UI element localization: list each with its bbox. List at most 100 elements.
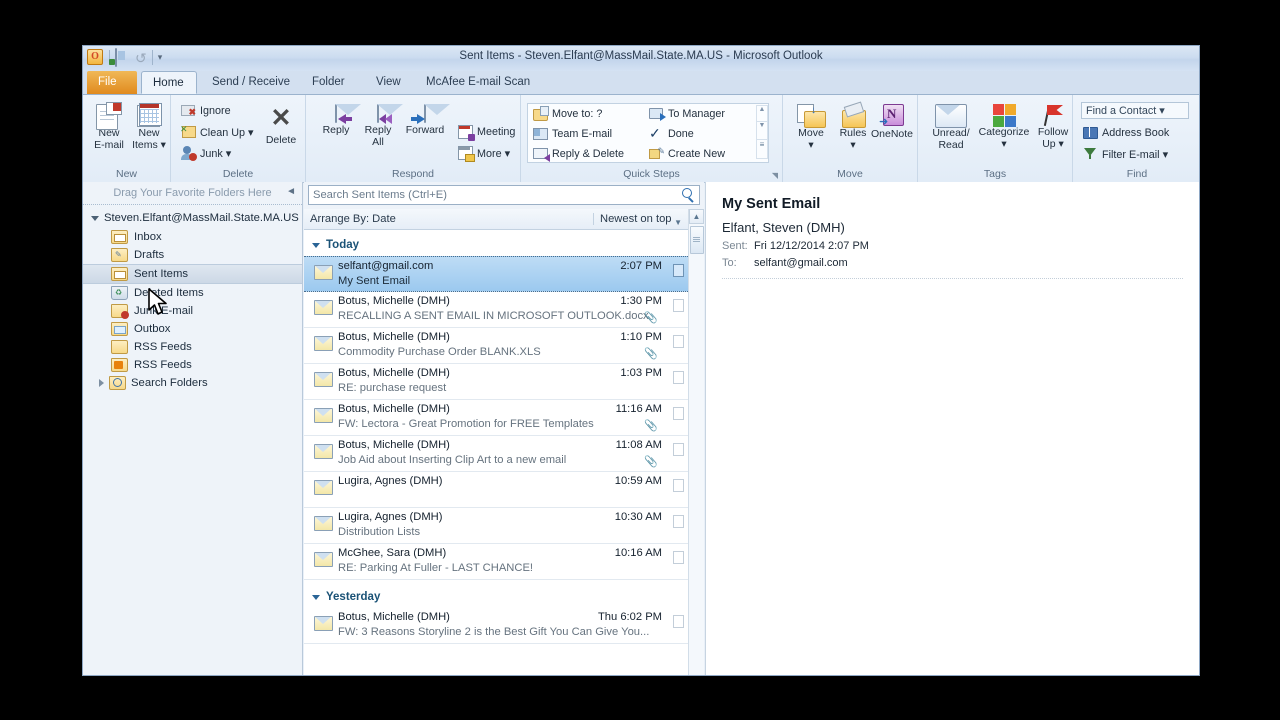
envelope-icon [314,480,333,495]
unread-read-label-1: Unread/ [932,127,970,139]
ribbon: New E-mail New Items ▾ New ✖ Ignore ✕ Cl… [83,95,1199,183]
sort-caret-icon[interactable]: ▼ [674,218,682,227]
move-caret: ▾ [808,138,814,151]
tab-send-receive[interactable]: Send / Receive [201,71,301,94]
scrollbar-thumb[interactable] [690,226,704,254]
message-subject: Job Aid about Inserting Clip Art to a ne… [338,454,567,466]
sidebar-item-junk-email[interactable]: Junk E-mail [83,302,302,320]
group-collapse-icon[interactable] [312,595,320,600]
message-list-scrollbar[interactable]: ▲ [688,209,704,675]
sidebar-item-search-folders[interactable]: Search Folders [83,374,302,392]
sidebar-item-rss-feeds-1[interactable]: RSS Feeds [83,338,302,356]
ignore-button[interactable]: ✖ Ignore [181,104,231,118]
scroll-up-arrow-icon[interactable]: ▲ [689,209,704,224]
table-row[interactable]: Botus, Michelle (DMH) 1:30 PM RECALLING … [304,292,704,328]
onenote-button[interactable]: N ➜ OneNote [869,104,915,141]
ribbon-group-tags: Unread/ Read Categorize ▾ Follow Up ▾ Ta… [918,95,1073,182]
move-icon: ↓ [789,104,833,128]
envelope-icon [314,265,333,280]
group-label-quick-steps: Quick Steps [623,168,680,180]
message-subject: RECALLING A SENT EMAIL IN MICROSOFT OUTL… [338,310,649,322]
category-box-icon[interactable] [673,615,685,628]
unread-read-button[interactable]: Unread/ Read [925,104,977,151]
follow-up-button[interactable]: Follow Up ▾ [1031,104,1075,150]
group-header-yesterday[interactable]: Yesterday [304,580,704,608]
address-book-button[interactable]: Address Book [1083,126,1169,140]
category-box-icon[interactable] [673,299,685,312]
category-box-icon[interactable] [673,443,685,456]
find-a-contact-input[interactable]: Find a Contact ▾ [1081,102,1189,119]
quick-steps-dialog-launcher[interactable]: ◥ [772,171,778,180]
search-input[interactable]: Search Sent Items (Ctrl+E) [308,185,700,205]
categorize-button[interactable]: Categorize ▾ [975,104,1033,150]
sidebar-item-outbox[interactable]: Outbox [83,320,302,338]
more-button[interactable]: More ▾ [458,146,511,162]
expand-triangle-right-icon[interactable] [99,379,104,387]
arrange-by-selector[interactable]: Arrange By: Date [304,213,594,225]
quick-step-create-new[interactable]: ✎ Create New [649,146,725,161]
new-email-button[interactable]: New E-mail [87,102,131,151]
reply-all-button[interactable]: Reply All [356,104,400,148]
category-box-icon[interactable] [673,515,685,528]
new-items-button[interactable]: New Items ▾ [127,102,171,151]
sidebar-item-drafts[interactable]: ✎ Drafts [83,246,302,264]
message-time: 11:08 AM [615,439,662,451]
quick-step-reply-delete[interactable]: Reply & Delete [533,147,624,162]
group-collapse-icon[interactable] [312,243,320,248]
search-icon[interactable] [682,188,695,204]
sidebar-item-rss-feeds-2[interactable]: RSS Feeds [83,356,302,374]
table-row[interactable]: Botus, Michelle (DMH) 1:03 PM RE: purcha… [304,364,704,400]
clean-up-button[interactable]: ✕ Clean Up ▾ [180,124,253,139]
group-header-today[interactable]: Today [304,230,704,256]
junk-label: Junk ▾ [200,147,232,160]
meeting-button[interactable]: Meeting [458,125,515,141]
message-subject: RE: Parking At Fuller - LAST CHANCE! [338,562,534,574]
table-row[interactable]: Lugira, Agnes (DMH) 10:59 AM ⚑ [304,472,704,508]
delete-button[interactable]: ✕ Delete [259,105,303,147]
quick-steps-scroll[interactable]: ▲ ▼ ≡ [756,105,768,159]
table-row[interactable]: Botus, Michelle (DMH) 1:10 PM Commodity … [304,328,704,364]
sidebar-item-deleted-items[interactable]: ♻ Deleted Items [83,284,302,302]
arrange-bar: Arrange By: Date Newest on top ▼ [304,209,704,230]
message-time: 10:59 AM [614,475,662,487]
quick-step-move-to[interactable]: Move to: ? [533,106,602,121]
table-row[interactable]: McGhee, Sara (DMH) 10:16 AM RE: Parking … [304,544,704,580]
favorites-drop-zone[interactable]: Drag Your Favorite Folders Here ◄ [83,182,302,205]
category-box-icon[interactable] [673,551,685,564]
table-row[interactable]: Botus, Michelle (DMH) Thu 6:02 PM FW: 3 … [304,608,704,644]
tab-mcafee-scan[interactable]: McAfee E-mail Scan [415,71,541,94]
table-row[interactable]: selfant@gmail.com 2:07 PM My Sent Email … [304,256,704,292]
collapse-pane-icon[interactable]: ◄ [286,186,296,197]
quick-step-to-manager[interactable]: To Manager [649,107,725,121]
move-button[interactable]: ↓ Move ▾ [789,104,833,151]
table-row[interactable]: Botus, Michelle (DMH) 11:16 AM FW: Lecto… [304,400,704,436]
tab-view[interactable]: View [365,71,412,94]
unread-read-icon [925,104,977,128]
more-label: More ▾ [477,147,511,160]
category-box-icon[interactable] [673,407,685,420]
category-box-icon[interactable] [673,479,685,492]
account-node[interactable]: Steven.Elfant@MassMail.State.MA.US [83,205,302,228]
reply-icon [314,104,358,124]
table-row[interactable]: Lugira, Agnes (DMH) 10:30 AM Distributio… [304,508,704,544]
reply-button[interactable]: Reply [314,104,358,137]
expand-triangle-icon[interactable] [91,215,99,221]
message-subject: FW: Lectora - Great Promotion for FREE T… [338,418,594,430]
junk-button[interactable]: Junk ▾ [181,146,232,161]
reply-all-icon [356,104,400,124]
category-box-icon[interactable] [673,264,685,277]
message-from: Botus, Michelle (DMH) [338,331,450,343]
filter-email-button[interactable]: Filter E-mail ▾ [1083,147,1168,161]
tab-file[interactable]: File [87,71,137,94]
tab-home[interactable]: Home [141,71,197,94]
category-box-icon[interactable] [673,335,685,348]
quick-step-team-email[interactable]: Team E-mail [533,127,612,141]
table-row[interactable]: Botus, Michelle (DMH) 11:08 AM Job Aid a… [304,436,704,472]
sidebar-item-inbox[interactable]: Inbox [83,228,302,246]
category-box-icon[interactable] [673,371,685,384]
ribbon-group-find: Find a Contact ▾ Address Book Filter E-m… [1073,95,1199,182]
quick-step-done[interactable]: ✓ Done [649,126,694,141]
tab-folder[interactable]: Folder [301,71,356,94]
sidebar-item-sent-items[interactable]: Sent Items [83,264,302,284]
forward-button[interactable]: Forward [398,104,452,137]
